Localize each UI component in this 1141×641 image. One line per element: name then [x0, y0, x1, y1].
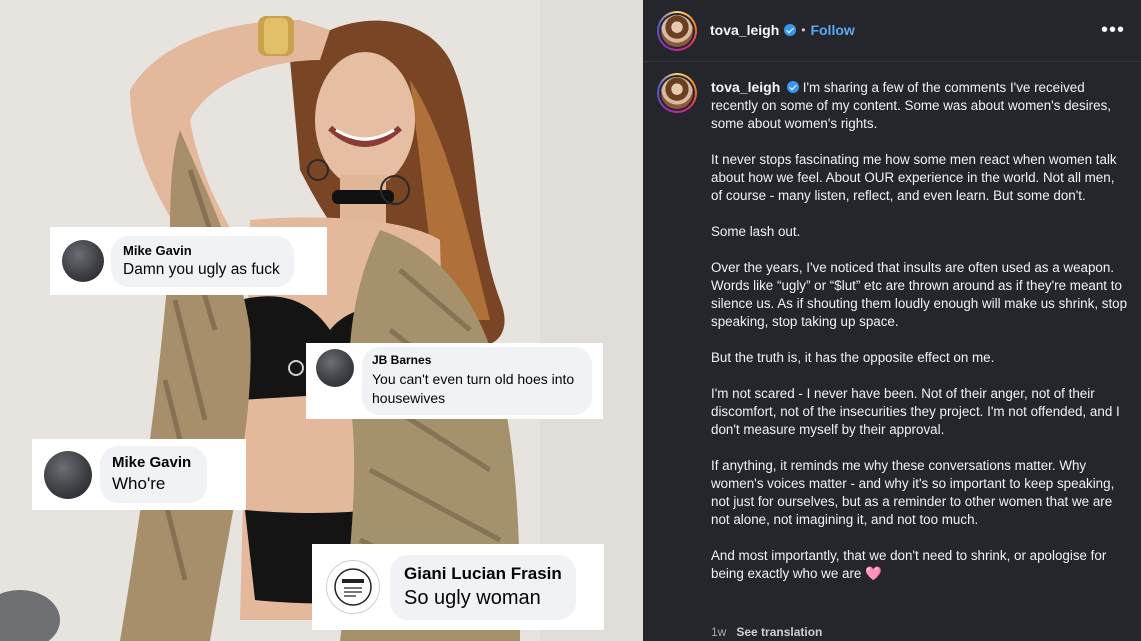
post-header: tova_leigh • Follow •••	[643, 0, 1141, 62]
comment-text: Damn you ugly as fuck	[123, 260, 280, 278]
comment-bubble: Mike Gavin Who're	[100, 446, 208, 503]
separator-dot: •	[801, 23, 806, 37]
caption-paragraph: And most importantly, that we don't need…	[711, 547, 1129, 583]
comment-card: JB Barnes You can't even turn old hoes i…	[306, 343, 603, 419]
comment-card: Mike Gavin Damn you ugly as fuck	[50, 227, 327, 295]
caption-paragraph: But the truth is, it has the opposite ef…	[711, 350, 995, 365]
comment-bubble: Giani Lucian Frasin So ugly woman	[390, 554, 576, 620]
commenter-name: Mike Gavin	[123, 242, 192, 258]
post-timestamp[interactable]: 1w	[711, 625, 726, 639]
caption-paragraph: Over the years, I've noticed that insult…	[711, 260, 1128, 329]
commenter-name: Mike Gavin	[112, 454, 192, 471]
username-link[interactable]: tova_leigh	[710, 22, 779, 38]
avatar-logo-icon	[334, 568, 372, 606]
verified-badge-icon	[786, 81, 799, 93]
post-photo: Mike Gavin Damn you ugly as fuck JB Barn…	[0, 0, 643, 641]
post-caption: tova_leigh I'm sharing a few of the comm…	[711, 78, 1129, 583]
comment-text: You can't even turn old hoes into housew…	[372, 371, 575, 406]
caption-paragraph: tova_leigh I'm sharing a few of the comm…	[711, 78, 1129, 133]
commenter-name: Giani Lucian Frasin	[404, 563, 562, 583]
comment-bubble: Mike Gavin Damn you ugly as fuck	[111, 235, 294, 287]
comment-bubble: JB Barnes You can't even turn old hoes i…	[362, 347, 592, 415]
verified-badge-icon	[784, 24, 797, 36]
comment-text: Who're	[112, 474, 166, 493]
comment-card: Mike Gavin Who're	[32, 439, 246, 510]
commenter-name: JB Barnes	[372, 353, 432, 367]
caption-paragraph: Some lash out.	[711, 224, 801, 239]
caption-paragraph: I'm not scared - I never have been. Not …	[711, 386, 1120, 437]
commenter-avatar	[316, 349, 354, 387]
caption-paragraph: If anything, it reminds me why these con…	[711, 458, 1115, 527]
caption-paragraph: It never stops fascinating me how some m…	[711, 152, 1117, 203]
commenter-avatar	[44, 450, 92, 499]
more-options-icon[interactable]: •••	[1101, 20, 1125, 40]
post-meta: 1w See translation	[711, 625, 822, 639]
commenter-avatar	[326, 560, 380, 614]
comment-card: Giani Lucian Frasin So ugly woman	[312, 544, 604, 630]
caption-avatar[interactable]	[657, 73, 697, 113]
follow-button[interactable]: Follow	[810, 22, 854, 38]
see-translation-link[interactable]: See translation	[736, 625, 822, 639]
caption-text: And most importantly, that we don't need…	[711, 548, 1107, 581]
pink-heart-icon: 🩷	[865, 566, 882, 581]
caption-username-link[interactable]: tova_leigh	[711, 79, 780, 95]
comment-text: So ugly woman	[404, 586, 541, 609]
commenter-avatar	[62, 240, 104, 282]
post-sidebar: tova_leigh • Follow ••• tova_leigh I'm s…	[643, 0, 1141, 641]
profile-avatar[interactable]	[657, 11, 697, 51]
